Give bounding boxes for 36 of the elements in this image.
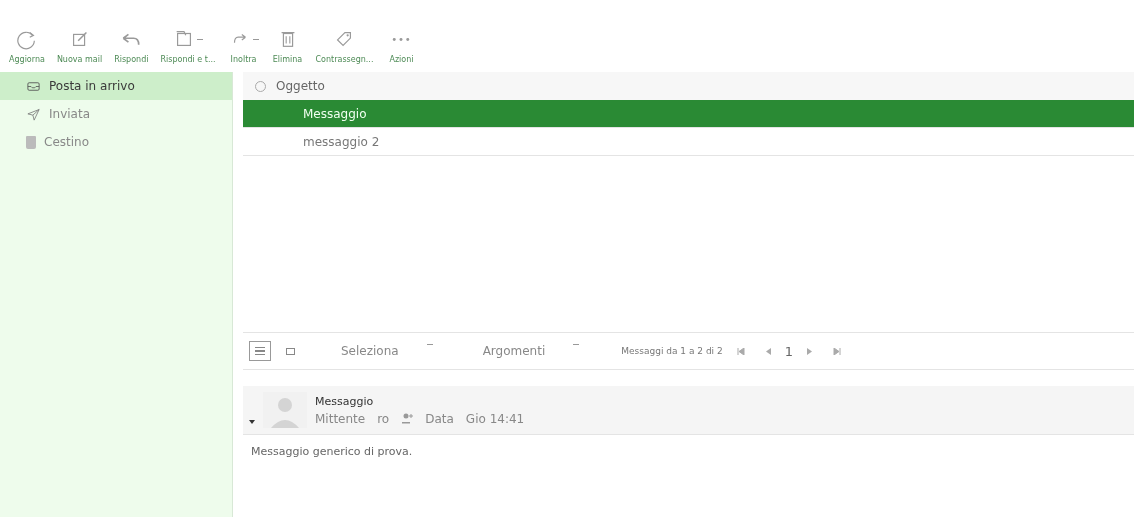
toolbar-button[interactable]: Rispondi (109, 27, 154, 64)
column-header[interactable]: Oggetto (276, 79, 325, 93)
toolbar-button[interactable]: Nuova mail (51, 27, 108, 64)
toolbar-button[interactable]: Inoltra (222, 27, 265, 64)
sender-label: Mittente (315, 411, 366, 426)
toolbar-button[interactable]: Rispondi e t... (155, 27, 221, 64)
threads-dropdown[interactable]: Argomenti (472, 344, 590, 358)
toolbar-button[interactable]: Elimina (266, 27, 309, 64)
trash-icon (26, 135, 36, 149)
folder-item[interactable]: Posta in arrivo (0, 72, 232, 100)
more-icon (392, 36, 411, 42)
next-page-button[interactable] (806, 347, 813, 355)
last-page-button[interactable] (832, 347, 841, 355)
message-body: Messaggio generico di prova. (250, 444, 414, 460)
page-number: 1 (784, 343, 793, 359)
toolbar-button[interactable]: Contrassegn... (310, 27, 379, 64)
message-date: Gio 14:41 (465, 411, 525, 426)
message-subject: Messaggio (315, 394, 375, 408)
reply-icon (122, 32, 141, 46)
message-range: Messaggi da 1 a 2 di 2 (621, 346, 723, 356)
toolbar-button[interactable]: Azioni (380, 27, 423, 64)
caret-icon (252, 38, 259, 40)
caret-icon (197, 38, 203, 40)
folder-item[interactable]: Inviata (0, 100, 232, 128)
message-row[interactable]: Messaggio (243, 100, 1134, 128)
folder-item[interactable]: Cestino (0, 128, 232, 156)
select-dropdown[interactable]: Seleziona (331, 344, 443, 358)
sender-name[interactable]: ro (377, 411, 390, 426)
toolbar-button[interactable]: Aggiorna (4, 27, 50, 64)
previous-page-button[interactable] (764, 347, 771, 355)
list-view-button[interactable] (249, 341, 271, 361)
send-icon (26, 106, 41, 122)
date-label: Data (425, 411, 454, 426)
collapse-icon[interactable] (249, 420, 255, 424)
first-page-button[interactable] (736, 347, 745, 355)
add-contact-icon[interactable] (401, 413, 414, 424)
